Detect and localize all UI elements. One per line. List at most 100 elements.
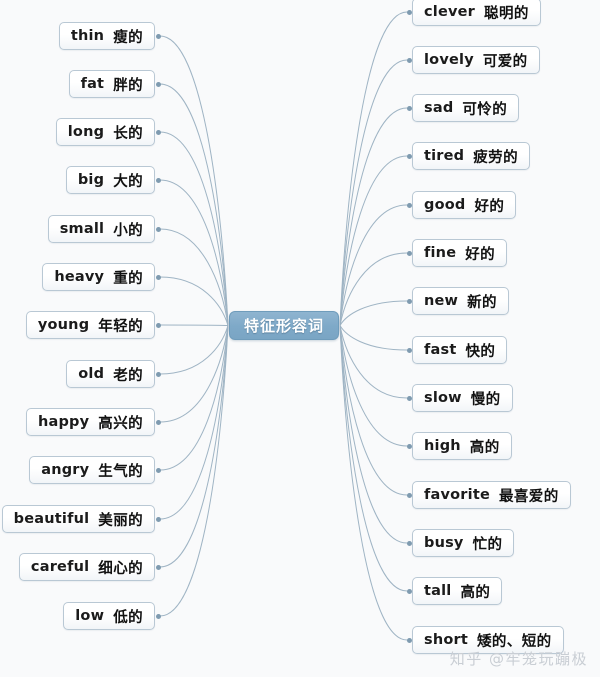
branch-node-english: lovely bbox=[424, 52, 474, 68]
watermark: 知乎 @牢笼玩蹦极 bbox=[449, 650, 588, 668]
branch-node-chinese: 胖的 bbox=[113, 77, 143, 94]
branch-node-english: young bbox=[37, 317, 90, 333]
branch-node-english: low bbox=[75, 608, 105, 624]
branch-node-tall[interactable]: tall 高的 bbox=[412, 577, 503, 605]
branch-edge bbox=[339, 325, 408, 351]
branch-node-long[interactable]: long 长的 bbox=[55, 118, 155, 146]
branch-node-chinese: 新的 bbox=[467, 294, 497, 311]
branch-edge bbox=[339, 325, 408, 496]
branch-node-happy[interactable]: happy 高兴的 bbox=[25, 408, 155, 436]
branch-edge bbox=[159, 325, 229, 617]
branch-node-new[interactable]: new 新的 bbox=[412, 287, 509, 315]
branch-edge bbox=[339, 252, 408, 326]
branch-node-chinese: 高兴的 bbox=[98, 415, 143, 432]
branch-connector-dot bbox=[406, 395, 412, 401]
branch-node-english: sad bbox=[424, 100, 454, 116]
branch-edge bbox=[159, 325, 229, 520]
branch-edge bbox=[339, 325, 408, 544]
branch-connector-dot bbox=[406, 540, 412, 546]
branch-edge bbox=[159, 325, 229, 568]
branch-node-old[interactable]: old 老的 bbox=[66, 360, 155, 388]
branch-connector-dot bbox=[155, 129, 161, 135]
branch-node-chinese: 瘦的 bbox=[113, 29, 143, 46]
branch-node-good[interactable]: good 好的 bbox=[412, 191, 517, 219]
branch-node-chinese: 重的 bbox=[113, 270, 143, 287]
branch-node-chinese: 最喜爱的 bbox=[499, 488, 559, 505]
branch-connector-dot bbox=[155, 419, 161, 425]
branch-connector-dot bbox=[406, 153, 412, 159]
branch-node-lovely[interactable]: lovely 可爱的 bbox=[412, 46, 540, 74]
branch-edge bbox=[339, 155, 408, 326]
branch-node-chinese: 大的 bbox=[113, 173, 143, 190]
branch-node-english: fast bbox=[424, 342, 457, 358]
branch-node-angry[interactable]: angry 生气的 bbox=[29, 456, 155, 484]
branch-connector-dot bbox=[406, 588, 412, 594]
branch-edge bbox=[159, 35, 229, 326]
branch-connector-dot bbox=[406, 57, 412, 63]
branch-node-english: thin bbox=[70, 28, 105, 44]
branch-node-english: new bbox=[424, 293, 459, 309]
branch-node-chinese: 快的 bbox=[465, 343, 496, 360]
branch-node-chinese: 老的 bbox=[113, 367, 143, 384]
branch-edge bbox=[339, 11, 408, 326]
branch-node-high[interactable]: high 高的 bbox=[412, 432, 512, 460]
branch-node-chinese: 忙的 bbox=[472, 536, 503, 553]
center-node[interactable]: 特征形容词 bbox=[229, 311, 339, 340]
branch-node-chinese: 小的 bbox=[113, 222, 143, 239]
branch-edge bbox=[159, 324, 229, 326]
branch-node-beautiful[interactable]: beautiful 美丽的 bbox=[1, 505, 155, 533]
branch-connector-dot bbox=[155, 613, 161, 619]
branch-edge bbox=[339, 325, 408, 592]
mindmap-canvas: thin 瘦的 fat 胖的 long 长的 big 大的 small 小的 heavy 重的 youn… bbox=[0, 0, 600, 677]
branch-edge bbox=[159, 228, 229, 326]
branch-node-slow[interactable]: slow 慢的 bbox=[412, 384, 513, 412]
branch-edge bbox=[339, 325, 408, 641]
center-node-label: 特征形容词 bbox=[243, 317, 324, 335]
branch-node-english: busy bbox=[424, 535, 464, 551]
branch-edge bbox=[159, 83, 229, 326]
branch-node-chinese: 高的 bbox=[460, 584, 491, 601]
branch-node-clever[interactable]: clever 聪明的 bbox=[412, 0, 541, 26]
branch-node-thin[interactable]: thin 瘦的 bbox=[58, 22, 155, 50]
branch-edge bbox=[339, 204, 408, 326]
branch-node-english: short bbox=[424, 632, 468, 648]
branch-edge bbox=[159, 179, 229, 326]
branch-connector-dot bbox=[406, 105, 412, 111]
branch-connector-dot bbox=[406, 443, 412, 449]
branch-node-heavy[interactable]: heavy 重的 bbox=[42, 263, 155, 291]
branch-node-fine[interactable]: fine 好的 bbox=[412, 239, 508, 267]
branch-node-tired[interactable]: tired 疲劳的 bbox=[412, 142, 530, 170]
branch-connector-dot bbox=[406, 9, 412, 15]
branch-node-young[interactable]: young 年轻的 bbox=[25, 311, 155, 339]
branch-connector-dot bbox=[155, 467, 161, 473]
branch-edge bbox=[159, 276, 229, 326]
branch-node-low[interactable]: low 低的 bbox=[63, 602, 155, 630]
branch-connector-dot bbox=[406, 492, 412, 498]
branch-node-chinese: 细心的 bbox=[98, 560, 143, 577]
branch-node-chinese: 高的 bbox=[469, 439, 500, 456]
branch-node-fast[interactable]: fast 快的 bbox=[412, 336, 508, 364]
branch-node-english: old bbox=[78, 366, 105, 382]
branch-node-english: good bbox=[424, 197, 466, 213]
branch-node-english: fine bbox=[424, 245, 457, 261]
branch-connector-dot bbox=[155, 274, 161, 280]
branch-node-english: heavy bbox=[54, 269, 105, 285]
branch-node-chinese: 生气的 bbox=[98, 463, 143, 480]
branch-node-chinese: 美丽的 bbox=[98, 512, 143, 529]
branch-node-careful[interactable]: careful 细心的 bbox=[18, 553, 155, 581]
branch-node-busy[interactable]: busy 忙的 bbox=[412, 529, 515, 557]
branch-node-big[interactable]: big 大的 bbox=[65, 166, 155, 194]
branch-node-small[interactable]: small 小的 bbox=[47, 215, 155, 243]
branch-node-english: careful bbox=[30, 559, 90, 575]
branch-connector-dot bbox=[155, 226, 161, 232]
branch-node-fat[interactable]: fat 胖的 bbox=[68, 70, 155, 98]
branch-node-chinese: 好的 bbox=[465, 246, 496, 263]
branch-node-favorite[interactable]: favorite 最喜爱的 bbox=[412, 481, 571, 509]
branch-node-english: small bbox=[59, 221, 105, 237]
branch-node-english: favorite bbox=[424, 487, 490, 503]
branch-edge bbox=[339, 325, 408, 447]
branch-edge bbox=[159, 325, 229, 375]
branch-node-sad[interactable]: sad 可怜的 bbox=[412, 94, 520, 122]
branch-node-chinese: 可爱的 bbox=[482, 53, 528, 70]
branch-edge bbox=[339, 300, 408, 326]
